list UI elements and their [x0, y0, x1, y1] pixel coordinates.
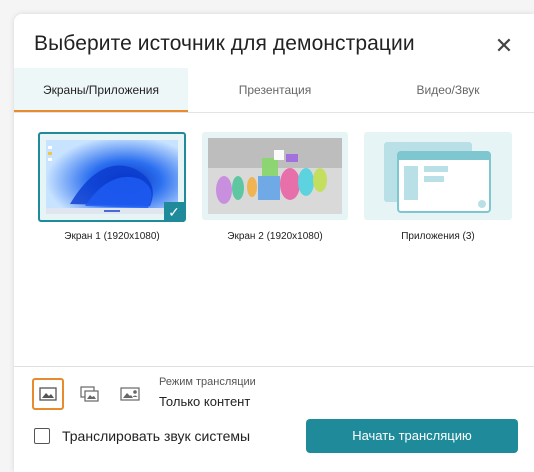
- mode-content-with-presenter-button[interactable]: [116, 380, 144, 408]
- tab-presentation[interactable]: Презентация: [188, 68, 362, 112]
- source-caption: Экран 1 (1920x1080): [64, 231, 160, 242]
- source-screen-2[interactable]: [202, 132, 348, 220]
- mode-content-camera-button[interactable]: [76, 380, 104, 408]
- mode-content-only-button[interactable]: [32, 378, 64, 410]
- check-icon: ✓: [164, 202, 184, 222]
- images-stack-icon: [80, 386, 99, 402]
- dialog-title: Выберите источник для демонстрации: [34, 32, 415, 55]
- tab-screens-apps[interactable]: Экраны/Приложения: [14, 68, 188, 112]
- broadcast-mode-value: Только контент: [159, 394, 251, 409]
- system-audio-label: Транслировать звук системы: [62, 428, 251, 444]
- source-caption: Экран 2 (1920x1080): [227, 231, 323, 242]
- source-caption: Приложения (3): [401, 231, 475, 242]
- image-icon: [39, 387, 57, 401]
- applications-icon: [384, 142, 491, 213]
- tab-video-audio[interactable]: Видео/Звук: [362, 68, 534, 112]
- tab-bar: Экраны/Приложения Презентация Видео/Звук: [14, 68, 534, 113]
- image-person-icon: [120, 387, 140, 401]
- broadcast-mode-label: Режим трансляции: [159, 376, 256, 388]
- source-picker-dialog: Выберите источник для демонстрации ✕ Экр…: [14, 14, 534, 472]
- screen-1-preview: [46, 140, 178, 214]
- source-applications[interactable]: [364, 132, 512, 220]
- start-broadcast-button[interactable]: Начать трансляцию: [306, 419, 518, 453]
- divider: [14, 366, 534, 367]
- close-icon[interactable]: ✕: [492, 34, 516, 58]
- screen-2-preview: [208, 138, 342, 214]
- system-audio-checkbox[interactable]: [34, 428, 50, 444]
